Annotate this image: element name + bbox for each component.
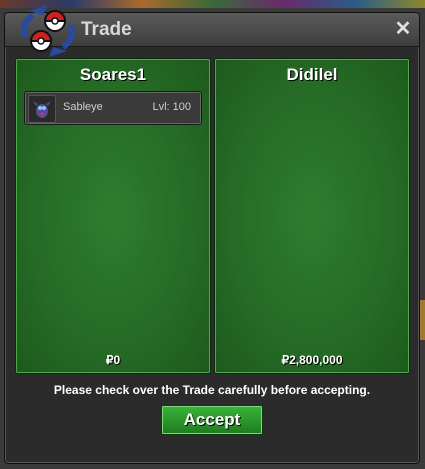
money-right: ₽2,800,000 xyxy=(281,353,343,367)
sableye-icon xyxy=(28,95,56,123)
my-offer-panel: Soares1 Sableye Lvl: 100 ₽0 xyxy=(15,58,211,374)
accept-button[interactable]: Accept xyxy=(161,405,263,435)
player-name-right: Didilel xyxy=(286,65,338,84)
pokeball-trade-icon xyxy=(21,5,75,57)
close-icon[interactable]: ✕ xyxy=(393,19,413,39)
trade-notice: Please check over the Trade carefully be… xyxy=(53,383,371,397)
item-name: Sableye xyxy=(63,101,103,113)
their-offer-panel: Didilel ₽2,800,000 xyxy=(214,58,410,374)
trade-item-slot[interactable]: Sableye Lvl: 100 xyxy=(24,91,202,125)
player-name-left: Soares1 xyxy=(79,65,147,84)
trade-window: Trade ✕ Soares1 Sableye Lvl: 100 ₽0 Didi… xyxy=(4,5,420,464)
item-level: Lvl: 100 xyxy=(152,101,191,113)
money-left: ₽0 xyxy=(105,353,121,367)
window-title: Trade xyxy=(81,19,132,40)
